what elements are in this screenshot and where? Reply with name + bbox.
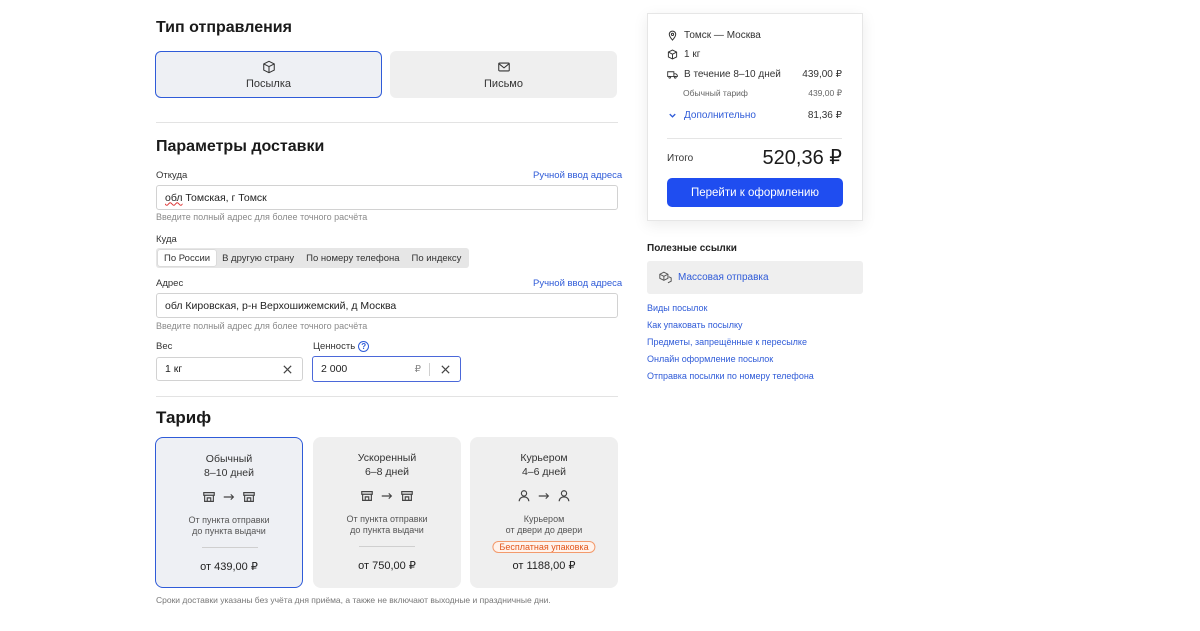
tariff-card-express[interactable]: Ускоренный 6–8 дней От пункта отправки до… — [313, 437, 461, 588]
send-type-title: Тип отправления — [156, 19, 292, 36]
tariff-route — [470, 489, 618, 503]
from-address-input[interactable]: обл Томская, г Томск — [156, 185, 618, 210]
type-letter-label: Письмо — [484, 77, 523, 90]
to-address-value: обл Кировская, р-н Верхошижемский, д Мос… — [165, 299, 397, 312]
additional-toggle[interactable]: Дополнительно — [684, 110, 756, 121]
link-send-by-phone[interactable]: Отправка посылки по номеру телефона — [647, 371, 814, 381]
to-address-hint: Введите полный адрес для более точного р… — [156, 321, 368, 331]
type-parcel-option[interactable]: Посылка — [155, 51, 382, 98]
divider — [156, 396, 618, 397]
clear-weight-icon[interactable] — [280, 362, 294, 376]
pickup-point-icon — [243, 492, 255, 502]
link-online-registration[interactable]: Онлайн оформление посылок — [647, 354, 773, 364]
divider — [667, 138, 842, 139]
free-packaging-badge: Бесплатная упаковка — [492, 541, 596, 553]
clear-value-icon[interactable] — [438, 362, 452, 376]
box-icon — [262, 60, 275, 73]
divider — [156, 122, 618, 123]
question-icon[interactable]: ? — [358, 341, 370, 352]
mass-send-label: Массовая отправка — [678, 272, 769, 283]
delivery-params-title: Параметры доставки — [156, 138, 325, 155]
tariff-title: Тариф — [156, 408, 212, 427]
checkout-button[interactable]: Перейти к оформлению — [667, 178, 843, 207]
weight-label: Вес — [156, 341, 173, 352]
summary-term-price: 439,00 ₽ — [802, 69, 842, 80]
mass-send-button[interactable]: Массовая отправка — [647, 261, 863, 294]
pickup-point-icon — [203, 492, 215, 502]
destination-tabs: По России В другую страну По номеру теле… — [156, 248, 470, 268]
tariff-days: 4–6 дней — [521, 466, 567, 478]
tariff-price: от 750,00 ₽ — [358, 560, 416, 572]
type-parcel-label: Посылка — [245, 77, 292, 90]
tariff-name: Курьером — [520, 452, 568, 464]
tab-russia[interactable]: По России — [158, 250, 217, 266]
summary-tariff-name: Обычный тариф — [683, 88, 748, 98]
tariff-name: Обычный — [205, 453, 253, 465]
location-pin-icon — [668, 30, 677, 41]
tariff-desc: Курьером — [523, 514, 565, 524]
tariff-name: Ускоренный — [357, 452, 417, 464]
pickup-point-icon — [361, 491, 373, 501]
link-prohibited-items[interactable]: Предметы, запрещённые к пересылке — [647, 337, 807, 347]
tab-postcode[interactable]: По индексу — [406, 250, 468, 266]
tariff-days: 6–8 дней — [364, 466, 410, 478]
weight-value: 1 кг — [165, 363, 183, 375]
total-value: 520,36 ₽ — [762, 147, 842, 169]
weight-input[interactable]: 1 кг — [156, 357, 303, 381]
person-icon — [518, 490, 530, 502]
pickup-point-icon — [401, 491, 413, 501]
truck-icon — [667, 71, 678, 79]
tariff-desc: от двери до двери — [505, 525, 583, 535]
tariff-desc: до пункта выдачи — [192, 526, 266, 536]
tariff-route — [156, 490, 302, 504]
tariff-desc: до пункта выдачи — [350, 525, 424, 535]
tariff-price: от 439,00 ₽ — [200, 561, 258, 573]
delivery-terms-note: Сроки доставки указаны без учёта дня при… — [156, 595, 551, 605]
tariff-card-courier[interactable]: Курьером 4–6 дней Курьером от двери до дв… — [470, 437, 618, 588]
type-letter-option[interactable]: Письмо — [390, 51, 617, 98]
tariff-desc: От пункта отправки — [346, 514, 428, 524]
to-address-input[interactable]: обл Кировская, р-н Верхошижемский, д Мос… — [156, 293, 618, 318]
tariff-card-standard[interactable]: Обычный 8–10 дней От пункта отправки до п… — [155, 437, 303, 588]
link-parcel-types[interactable]: Виды посылок — [647, 303, 707, 313]
declared-value: 2 000 — [321, 363, 348, 375]
from-label: Откуда — [156, 170, 188, 181]
useful-links-title: Полезные ссылки — [647, 243, 737, 254]
summary-extra-price: 81,36 ₽ — [807, 110, 842, 121]
total-label: Итого — [667, 153, 694, 164]
from-address-hint: Введите полный адрес для более точного р… — [156, 212, 368, 222]
address-label: Адрес — [156, 278, 184, 289]
declared-value-input[interactable]: 2 000 ₽ — [312, 356, 461, 382]
tab-other-country[interactable]: В другую страну — [216, 250, 300, 266]
arrow-right-icon — [538, 492, 550, 500]
boxes-icon — [659, 271, 672, 284]
box-icon — [667, 49, 678, 60]
order-summary-card: Томск — Москва 1 кг В течение 8–10 дней … — [647, 13, 863, 221]
summary-weight: 1 кг — [684, 49, 701, 60]
envelope-icon — [497, 62, 510, 71]
manual-address-link-from[interactable]: Ручной ввод адреса — [533, 170, 622, 181]
to-label: Куда — [156, 234, 177, 245]
from-address-value: Томская, г Томск — [182, 191, 267, 204]
chevron-down-icon[interactable] — [667, 110, 678, 121]
tariff-price: от 1188,00 ₽ — [512, 560, 576, 572]
manual-address-link-to[interactable]: Ручной ввод адреса — [533, 278, 622, 289]
person-icon — [558, 490, 570, 502]
link-how-to-pack[interactable]: Как упаковать посылку — [647, 320, 743, 330]
summary-term: В течение 8–10 дней — [684, 69, 781, 80]
summary-route: Томск — Москва — [684, 30, 761, 41]
tariff-desc: От пункта отправки — [188, 515, 270, 525]
arrow-right-icon — [223, 493, 235, 501]
from-address-value-prefix: обл — [165, 191, 183, 204]
summary-tariff-price: 439,00 ₽ — [808, 88, 842, 98]
tab-phone-number[interactable]: По номеру телефона — [300, 250, 405, 266]
ruble-sign: ₽ — [414, 363, 421, 375]
tariff-route — [313, 489, 461, 503]
tariff-days: 8–10 дней — [204, 467, 254, 479]
arrow-right-icon — [381, 492, 393, 500]
value-label: Ценность? — [313, 341, 370, 352]
